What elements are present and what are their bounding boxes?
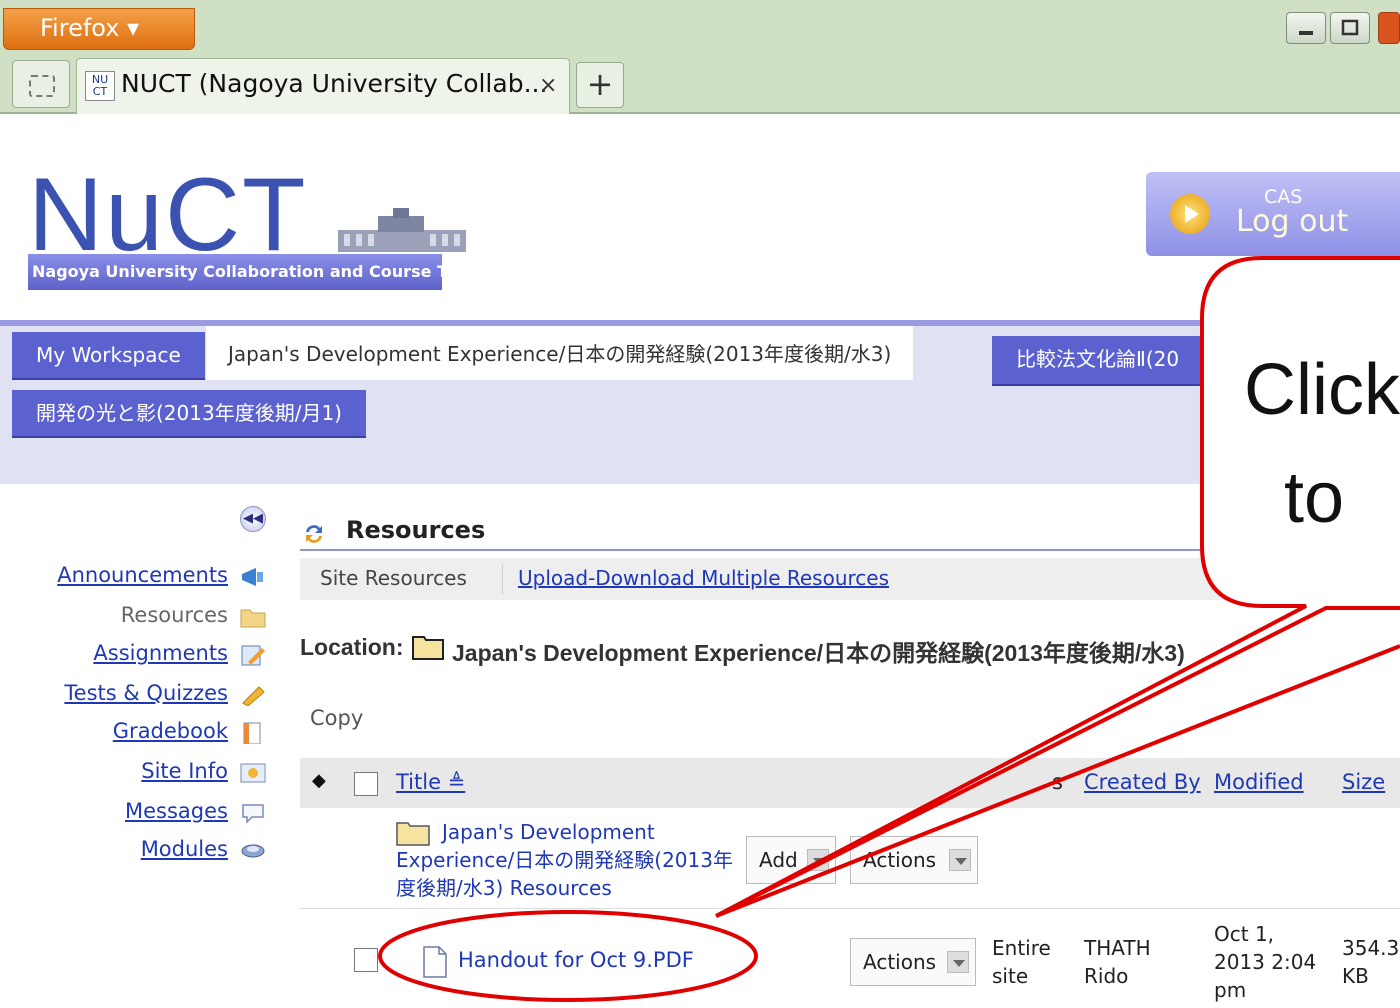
gradebook-icon (243, 722, 261, 744)
pencil-paper-icon (241, 645, 265, 666)
university-building-icon (338, 208, 466, 252)
resources-title: Resources (346, 516, 486, 544)
folder-row-title[interactable]: Japan's Development Experience/日本の開発経験(2… (396, 818, 736, 902)
dropdown-arrow-icon (949, 849, 971, 871)
actions-label: Actions (863, 848, 937, 872)
tab-title: NUCT (Nagoya University Collab... (121, 69, 548, 98)
dropdown-arrow-icon (947, 951, 969, 973)
resources-toolbar: Site Resources Upload-Download Multiple … (300, 558, 1400, 600)
file-link-handout[interactable]: Handout for Oct 9.PDF (458, 948, 694, 972)
pencil-icon (242, 686, 265, 706)
nuct-logo[interactable]: NuCT Nagoya University Collaboration and… (28, 160, 483, 290)
site-tab-current[interactable]: Japan's Development Experience/日本の開発経験(2… (206, 326, 914, 380)
upload-download-link[interactable]: Upload-Download Multiple Resources (518, 566, 889, 590)
modules-icon (241, 844, 265, 858)
copy-button[interactable]: Copy (310, 706, 363, 730)
site-info-icon (240, 763, 266, 783)
file-modified-cell: Oct 1, 2013 2:04 pm (1214, 920, 1316, 1004)
select-all-checkbox[interactable] (354, 772, 378, 796)
document-icon (423, 946, 447, 978)
tool-modules[interactable]: Modules (30, 837, 228, 861)
file-created-by-cell: THATH Rido (1084, 934, 1151, 990)
modified-column-header[interactable]: Modified (1214, 770, 1304, 794)
created-by-line: Rido (1084, 964, 1129, 988)
new-tab-button[interactable]: + (576, 62, 624, 108)
file-actions-button[interactable]: Actions (850, 938, 976, 986)
logo-subtitle: Nagoya University Collaboration and Cour… (28, 254, 483, 290)
toolbar-separator (502, 564, 503, 594)
size-line: 354.3 (1342, 936, 1400, 960)
megaphone-icon (242, 568, 263, 586)
tool-gradebook[interactable]: Gradebook (30, 719, 228, 743)
window-controls (1286, 8, 1400, 48)
location-path: Japan's Development Experience/日本の開発経験(2… (452, 640, 1185, 666)
tab-groups-icon (29, 75, 55, 97)
row-divider (300, 908, 1400, 909)
site-tab-my-workspace[interactable]: My Workspace (12, 332, 205, 380)
browser-tab[interactable]: NU CT NUCT (Nagoya University Collab... … (76, 58, 570, 114)
cas-logout-button[interactable]: CAS Log out (1146, 172, 1400, 256)
add-button[interactable]: Add (746, 836, 836, 884)
speech-bubble-icon (242, 804, 264, 824)
maximize-icon (1341, 19, 1359, 36)
access-line: site (992, 964, 1029, 988)
minimize-icon (1299, 31, 1313, 35)
file-size-cell: 354.3 KB (1342, 934, 1399, 990)
reorder-icon[interactable]: ◆ (312, 770, 326, 791)
maximize-button[interactable] (1330, 12, 1370, 44)
location-folder-icon (412, 636, 444, 660)
folder-actions-button[interactable]: Actions (850, 836, 978, 884)
location-label: Location: (300, 634, 404, 660)
close-window-button[interactable] (1378, 12, 1400, 44)
created-by-column-header[interactable]: Created By (1084, 770, 1201, 794)
collapse-menu-icon[interactable]: ◀◀ (240, 506, 266, 532)
size-column-header[interactable]: Size (1342, 770, 1385, 794)
tool-announcements[interactable]: Announcements (30, 563, 228, 587)
tool-tests-quizzes[interactable]: Tests & Quizzes (30, 681, 228, 705)
modified-line: Oct 1, (1214, 922, 1275, 946)
modified-line: 2013 2:04 (1214, 950, 1317, 974)
callout-text: Click to (1244, 350, 1400, 538)
file-row-checkbox[interactable] (354, 948, 378, 972)
nuct-favicon-icon: NU CT (85, 71, 115, 101)
access-line: Entire (992, 936, 1051, 960)
title-divider (300, 549, 1400, 551)
minimize-button[interactable] (1286, 12, 1326, 44)
resources-table-header: ◆ Title ≜ s Created By Modified Size (300, 758, 1400, 808)
firefox-menu-button[interactable]: Firefox ▾ (3, 8, 195, 50)
dropdown-arrow-icon (807, 849, 829, 871)
created-by-line: THATH (1084, 936, 1151, 960)
logout-label: Log out (1236, 204, 1349, 239)
tool-resources[interactable]: Resources (30, 603, 228, 627)
size-line: KB (1342, 964, 1369, 988)
folder-icon (240, 609, 266, 628)
add-label: Add (759, 848, 798, 872)
file-access-cell: Entire site (992, 934, 1051, 990)
site-resources-tab[interactable]: Site Resources (320, 566, 467, 590)
browser-titlebar (0, 0, 1400, 56)
tool-site-info[interactable]: Site Info (30, 759, 228, 783)
actions-label: Actions (863, 950, 937, 974)
play-arrow-icon (1170, 194, 1210, 234)
title-column-header[interactable]: Title ≜ (396, 770, 465, 794)
tab-close-icon[interactable]: × (539, 73, 557, 98)
tool-assignments[interactable]: Assignments (30, 641, 228, 665)
resources-refresh-icon[interactable] (302, 522, 326, 546)
modified-line: pm (1214, 978, 1247, 1002)
tool-messages[interactable]: Messages (30, 799, 228, 823)
access-column-header[interactable]: s (1052, 770, 1063, 794)
tab-groups-button[interactable] (12, 60, 70, 108)
site-tab-kaihatsu[interactable]: 開発の光と影(2013年度後期/月1) (12, 390, 366, 438)
site-tab-hikaku[interactable]: 比較法文化論Ⅱ(20 (992, 336, 1204, 386)
